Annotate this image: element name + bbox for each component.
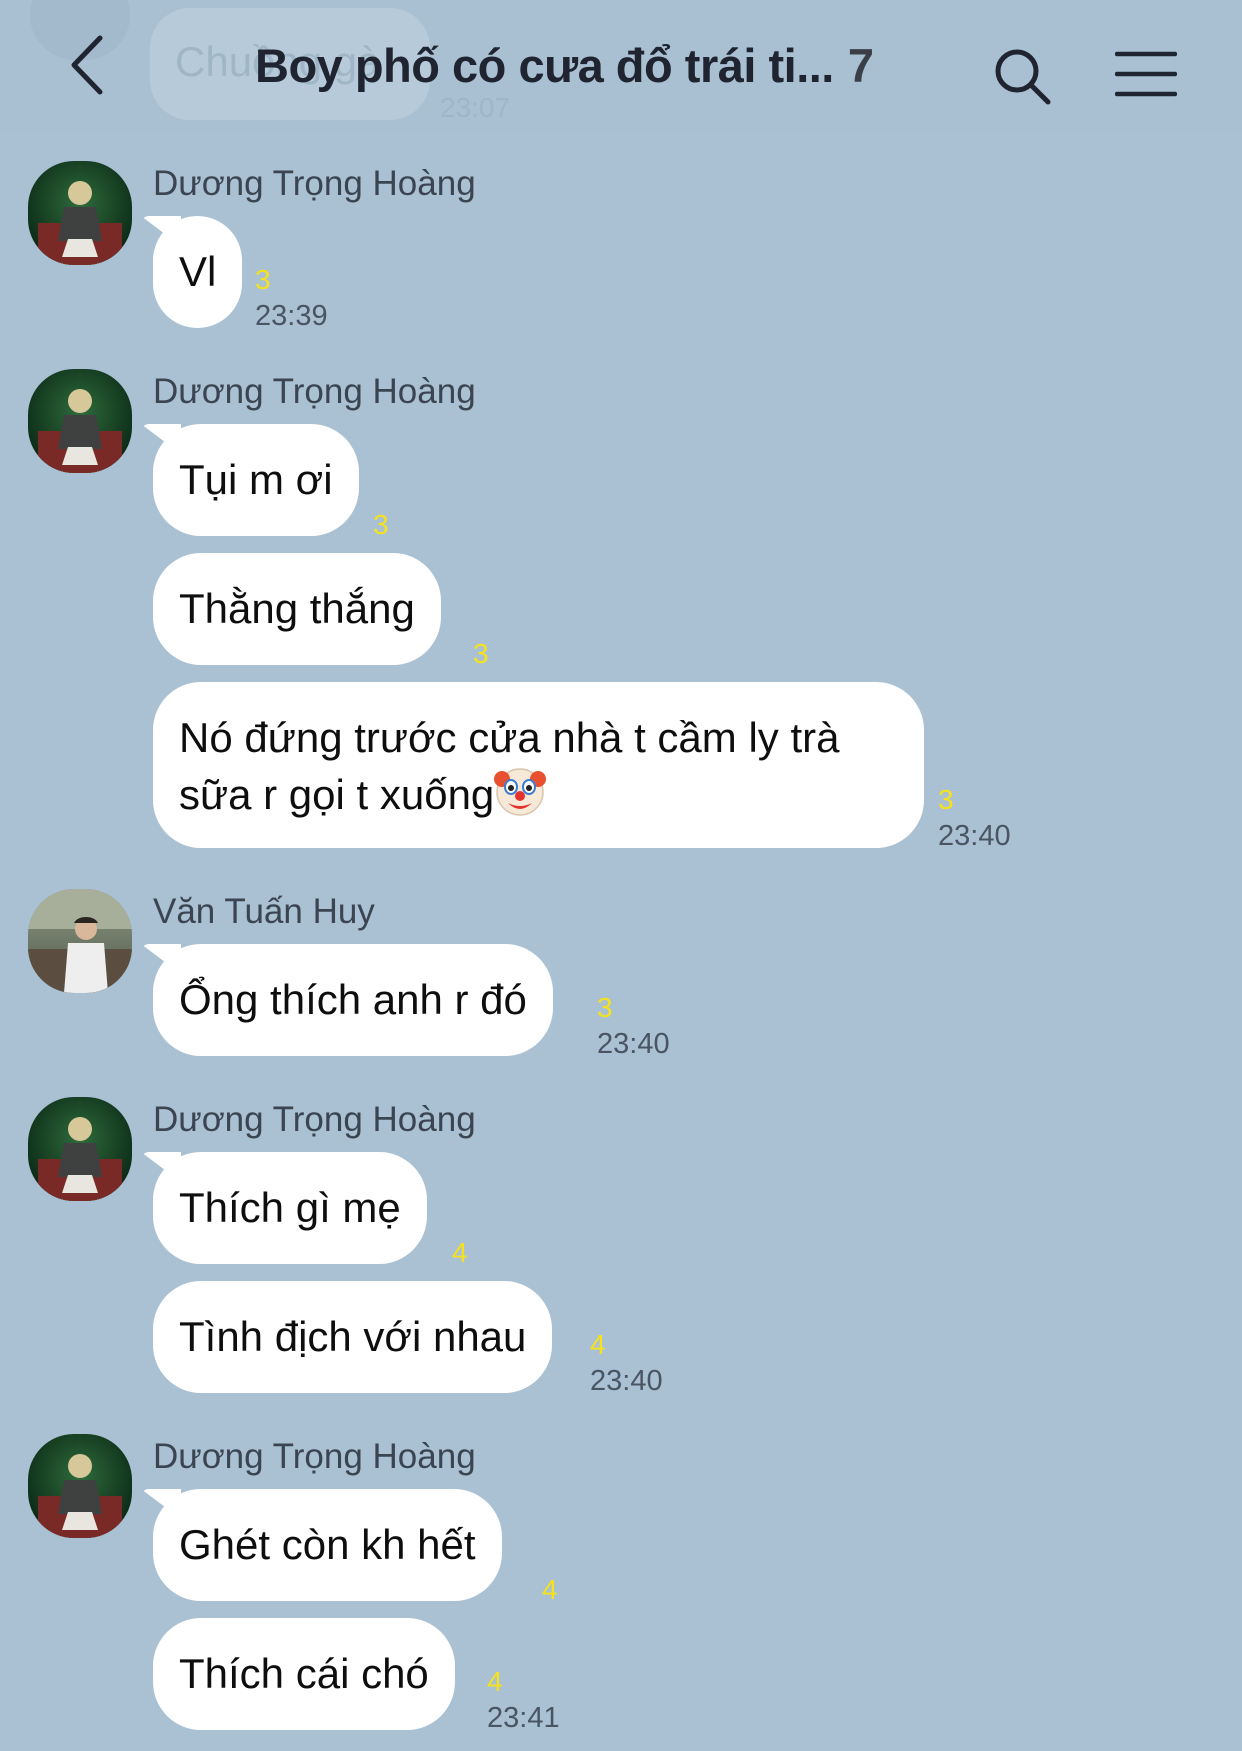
- message-time: 23:40: [597, 1028, 670, 1060]
- message-bubble[interactable]: Tình địch với nhau: [153, 1281, 553, 1393]
- hamburger-menu-icon: [1114, 51, 1178, 97]
- read-count: 4: [542, 1574, 558, 1605]
- message-bubble[interactable]: Thích gì mẹ: [153, 1152, 427, 1264]
- scrolled-message-ghost-time: 23:07: [440, 92, 511, 123]
- message-bubble[interactable]: Ghét còn kh hết: [153, 1489, 502, 1601]
- read-count: 4: [452, 1237, 468, 1268]
- message-bubble[interactable]: Thằng thắng: [153, 553, 441, 665]
- chat-header: Chuồng gà 23:07 Boy phố có cưa đổ trái t…: [0, 0, 1242, 130]
- message-bubble[interactable]: Thích cái chó: [153, 1618, 455, 1730]
- message-bubble[interactable]: Ổng thích anh r đó: [153, 944, 553, 1056]
- avatar[interactable]: [28, 1434, 132, 1538]
- sender-name: Văn Tuấn Huy: [153, 892, 375, 931]
- avatar-photo: [28, 889, 132, 993]
- search-icon: [995, 49, 1051, 105]
- read-count: 3: [473, 638, 489, 669]
- message-time: 23:40: [590, 1365, 663, 1397]
- clown-face-icon: [494, 768, 547, 816]
- message-bubble[interactable]: Vl: [153, 216, 243, 328]
- message-bubble[interactable]: Tụi m ơi: [153, 424, 359, 536]
- message-time: 23:39: [255, 300, 328, 332]
- avatar[interactable]: [28, 161, 132, 265]
- chevron-left-icon: [71, 35, 103, 95]
- read-count: 3: [373, 509, 389, 540]
- message-bubble[interactable]: Nó đứng trước cửa nhà t cầm ly trà sữa r…: [153, 682, 924, 848]
- sender-name: Dương Trọng Hoàng: [153, 1100, 476, 1139]
- sender-name: Dương Trọng Hoàng: [153, 1437, 476, 1476]
- message-time: 23:41: [487, 1702, 560, 1734]
- read-count: 3: [597, 992, 613, 1023]
- avatar[interactable]: [28, 369, 132, 473]
- avatar-photo: [28, 369, 132, 473]
- group-name: Boy phố có cưa đổ trái ti...: [255, 39, 834, 92]
- avatar[interactable]: [28, 889, 132, 993]
- read-count: 4: [487, 1666, 503, 1697]
- sender-name: Dương Trọng Hoàng: [153, 164, 476, 203]
- avatar-photo: [28, 1097, 132, 1201]
- read-count: 4: [590, 1329, 606, 1360]
- chat-title[interactable]: Boy phố có cưa đổ trái ti... 7: [255, 38, 874, 93]
- sender-name: Dương Trọng Hoàng: [153, 372, 476, 411]
- menu-button[interactable]: [1114, 50, 1178, 98]
- search-button[interactable]: [992, 46, 1054, 108]
- avatar-photo: [28, 161, 132, 265]
- message-time: 23:40: [938, 820, 1011, 852]
- avatar[interactable]: [28, 1097, 132, 1201]
- avatar-photo: [28, 1434, 132, 1538]
- member-count: 7: [847, 39, 874, 92]
- read-count: 3: [255, 264, 271, 295]
- back-button[interactable]: [60, 30, 120, 100]
- read-count: 3: [938, 784, 954, 815]
